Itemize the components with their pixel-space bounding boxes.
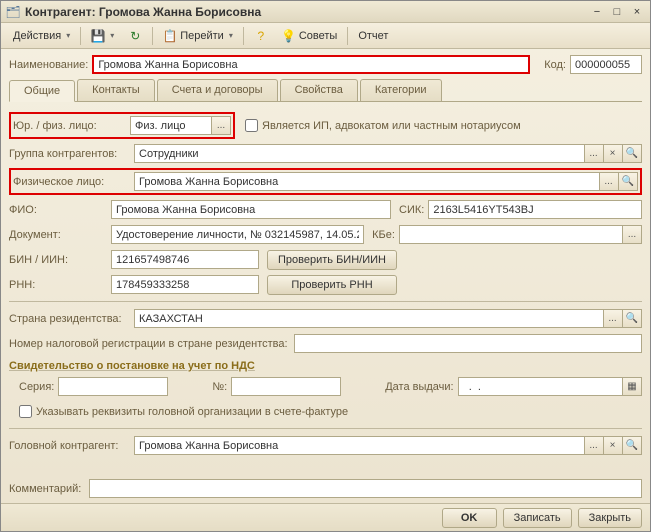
number-label: №: (212, 381, 227, 393)
maximize-button[interactable]: □ (608, 4, 626, 20)
tab-categories[interactable]: Категории (360, 79, 442, 101)
country-label: Страна резидентства: (9, 313, 134, 325)
person-type-highlight: Юр. / физ. лицо: ... (9, 112, 235, 139)
bin-input[interactable] (111, 250, 259, 269)
sik-label: СИК: (399, 204, 424, 216)
series-label: Серия: (19, 381, 54, 393)
code-label: Код: (544, 59, 566, 71)
individual-label: Физическое лицо: (13, 176, 134, 188)
close-button[interactable]: × (628, 4, 646, 20)
head-org-checkbox[interactable]: Указывать реквизиты головной организации… (19, 405, 348, 418)
actions-menu[interactable]: Действия (7, 28, 76, 44)
person-type-ellipsis[interactable]: ... (212, 116, 231, 135)
head-input[interactable] (134, 436, 585, 455)
content: Наименование: Код: Общие Контакты Счета … (1, 49, 650, 503)
window: 🗂 Контрагент: Громова Жанна Борисовна − … (0, 0, 651, 532)
fio-label: ФИО: (9, 204, 111, 216)
titlebar: 🗂 Контрагент: Громова Жанна Борисовна − … (1, 1, 650, 23)
kbe-input[interactable] (399, 225, 623, 244)
check-bin-button[interactable]: Проверить БИН/ИИН (267, 250, 397, 270)
individual-ellipsis[interactable]: ... (600, 172, 619, 191)
taxreg-label: Номер налоговой регистрации в стране рез… (9, 338, 294, 350)
issue-date-calendar-icon[interactable]: ▦ (623, 377, 642, 396)
country-ellipsis[interactable]: ... (604, 309, 623, 328)
series-input[interactable] (58, 377, 168, 396)
issue-date-input[interactable] (458, 377, 623, 396)
save-tool-icon[interactable]: 💾 (85, 27, 120, 45)
group-label: Группа контрагентов: (9, 148, 134, 160)
tab-properties[interactable]: Свойства (280, 79, 358, 101)
tab-general[interactable]: Общие (9, 80, 75, 102)
rnn-input[interactable] (111, 275, 259, 294)
ok-button[interactable]: OK (442, 508, 497, 528)
country-search-icon[interactable]: 🔍 (623, 309, 642, 328)
head-clear[interactable]: × (604, 436, 623, 455)
comment-input[interactable] (89, 479, 642, 498)
toolbar: Действия 💾 ↻ 📋Перейти ? 💡Советы Отчет (1, 23, 650, 49)
tab-accounts[interactable]: Счета и договоры (157, 79, 278, 101)
save-button[interactable]: Записать (503, 508, 572, 528)
bin-label: БИН / ИИН: (9, 254, 111, 266)
doc-input[interactable] (111, 225, 364, 244)
group-ellipsis[interactable]: ... (585, 144, 604, 163)
rnn-label: РНН: (9, 279, 111, 291)
code-input[interactable] (570, 55, 642, 74)
minimize-button[interactable]: − (588, 4, 606, 20)
sik-input[interactable] (428, 200, 642, 219)
refresh-tool-icon[interactable]: ↻ (122, 27, 148, 45)
fio-input[interactable] (111, 200, 391, 219)
issue-date-label: Дата выдачи: (385, 381, 453, 393)
comment-label: Комментарий: (9, 483, 89, 495)
taxreg-input[interactable] (294, 334, 642, 353)
head-search-icon[interactable]: 🔍 (623, 436, 642, 455)
ip-checkbox[interactable]: Является ИП, адвокатом или частным нотар… (245, 119, 521, 132)
app-icon: 🗂 (5, 4, 21, 20)
help-icon[interactable]: ? (248, 27, 274, 45)
tab-contacts[interactable]: Контакты (77, 79, 155, 101)
goto-menu[interactable]: 📋Перейти (157, 27, 239, 45)
doc-label: Документ: (9, 229, 111, 241)
close-form-button[interactable]: Закрыть (578, 508, 642, 528)
vat-section-title: Свидетельство о постановке на учет по НД… (9, 360, 642, 372)
person-type-input[interactable] (130, 116, 212, 135)
window-title: Контрагент: Громова Жанна Борисовна (25, 5, 588, 19)
check-rnn-button[interactable]: Проверить РНН (267, 275, 397, 295)
head-label: Головной контрагент: (9, 440, 134, 452)
country-input[interactable] (134, 309, 604, 328)
name-input[interactable] (92, 55, 530, 74)
group-search-icon[interactable]: 🔍 (623, 144, 642, 163)
advice-button[interactable]: 💡Советы (276, 27, 343, 45)
number-input[interactable] (231, 377, 341, 396)
individual-search-icon[interactable]: 🔍 (619, 172, 638, 191)
tabs: Общие Контакты Счета и договоры Свойства… (9, 79, 642, 102)
person-type-label: Юр. / физ. лицо: (13, 120, 130, 132)
report-button[interactable]: Отчет (352, 28, 394, 44)
group-input[interactable] (134, 144, 585, 163)
kbe-label: КБе: (372, 229, 395, 241)
kbe-ellipsis[interactable]: ... (623, 225, 642, 244)
footer: OK Записать Закрыть (1, 503, 650, 531)
name-label: Наименование: (9, 59, 88, 71)
individual-input[interactable] (134, 172, 600, 191)
head-ellipsis[interactable]: ... (585, 436, 604, 455)
group-clear[interactable]: × (604, 144, 623, 163)
